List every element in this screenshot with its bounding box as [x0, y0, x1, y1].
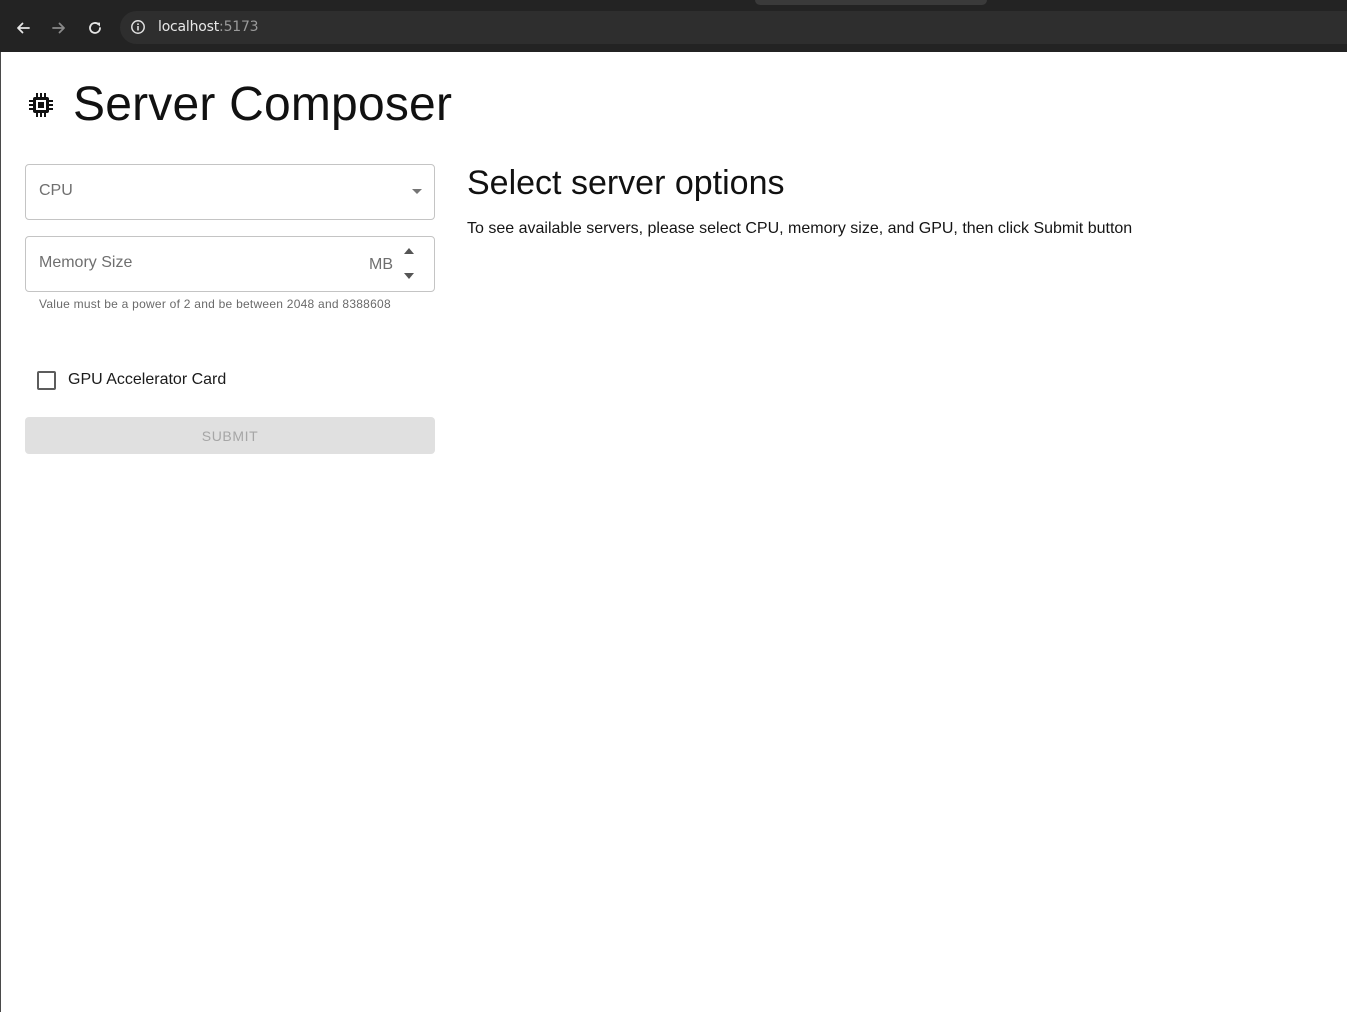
cpu-select[interactable]: CPU	[25, 164, 435, 220]
memory-size-input[interactable]: Memory Size MB	[25, 236, 435, 292]
browser-toolbar: localhost:5173	[0, 0, 1347, 52]
reload-button[interactable]	[81, 14, 109, 42]
info-icon[interactable]	[130, 19, 146, 35]
gpu-checkbox[interactable]	[37, 370, 56, 390]
page-title: Server Composer	[73, 77, 453, 131]
viewport-border	[0, 52, 1, 1012]
memory-size-label: Memory Size	[39, 254, 133, 271]
url-host: localhost	[158, 19, 220, 35]
app-header: Server Composer	[27, 74, 452, 134]
memory-helper-text: Value must be a power of 2 and be betwee…	[39, 297, 391, 311]
chip-icon	[29, 93, 53, 117]
memory-unit: MB	[369, 256, 393, 273]
chevron-down-icon	[412, 189, 422, 194]
spin-up-icon[interactable]	[404, 248, 414, 254]
arrow-left-icon	[17, 22, 30, 34]
cpu-label: CPU	[39, 182, 73, 199]
submit-button[interactable]: SUBMIT	[25, 417, 435, 454]
url-text[interactable]: localhost:5173	[158, 19, 259, 35]
gpu-checkbox-row[interactable]: GPU Accelerator Card	[37, 368, 226, 392]
reload-icon	[89, 22, 101, 34]
spin-down-icon[interactable]	[404, 273, 414, 279]
results-title: Select server options	[467, 164, 785, 202]
back-button[interactable]	[9, 14, 37, 42]
arrow-right-icon	[52, 22, 65, 34]
results-description: To see available servers, please select …	[467, 220, 1133, 237]
url-port: :5173	[219, 19, 259, 35]
address-bar[interactable]: localhost:5173	[120, 11, 1347, 44]
browser-tab-edge	[755, 0, 987, 5]
gpu-checkbox-label[interactable]: GPU Accelerator Card	[68, 371, 226, 389]
forward-button[interactable]	[45, 14, 73, 42]
